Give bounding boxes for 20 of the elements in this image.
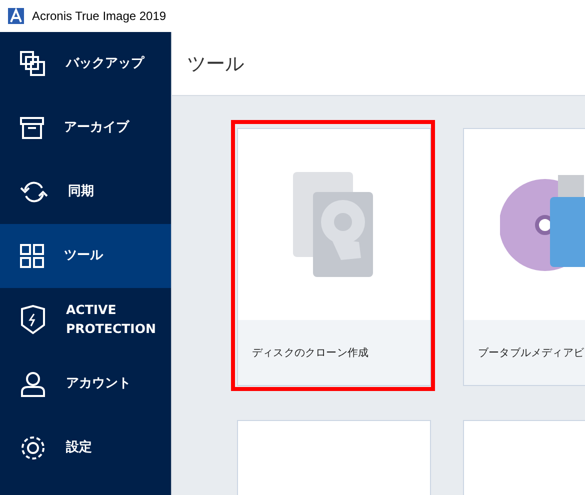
grid-icon	[20, 244, 44, 268]
tool-card[interactable]: ブータブルメディアビ	[463, 128, 585, 386]
sidebar-item[interactable]: ACTIVE PROTECTION	[0, 288, 171, 352]
sidebar-item[interactable]: 設定	[0, 416, 171, 480]
sidebar-item[interactable]: アカウント	[0, 352, 171, 416]
page-title: ツール	[187, 52, 244, 76]
sidebar-item[interactable]: 同期	[0, 160, 171, 224]
settings-icon	[20, 435, 46, 461]
sidebar-item[interactable]: アーカイブ	[0, 96, 171, 160]
sidebar-item[interactable]: ツール	[0, 224, 171, 288]
sidebar-item[interactable]: バックアップ	[0, 32, 171, 96]
stacked-squares-icon	[20, 51, 46, 77]
sync-icon	[20, 180, 48, 204]
shield-bolt-icon	[20, 305, 46, 335]
card-label: ディスクのクローン作成	[238, 320, 430, 385]
card-label: ブータブルメディアビ	[464, 320, 585, 385]
person-icon	[20, 371, 46, 397]
app-logo-icon	[8, 8, 24, 24]
window-title: Acronis True Image 2019	[32, 9, 166, 23]
archive-box-icon	[20, 116, 44, 140]
